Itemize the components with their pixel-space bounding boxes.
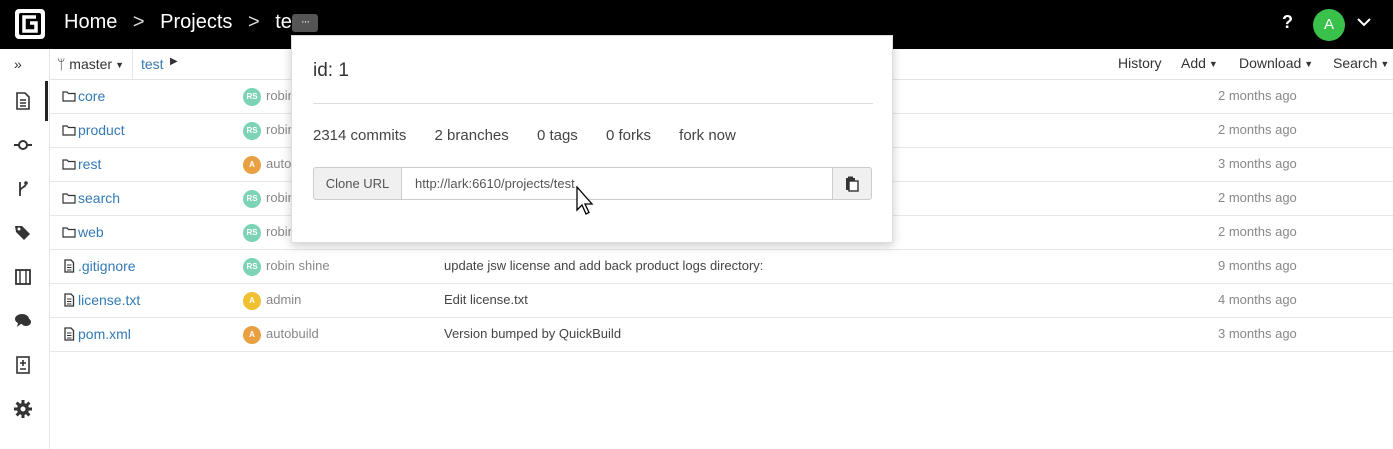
file-name-link[interactable]: rest [78,156,101,172]
commit-age: 2 months ago [1218,190,1297,205]
user-avatar[interactable]: A [1313,9,1345,41]
branch-selector[interactable]: ᛘ master ▼ [57,56,124,72]
sidebar-active-indicator [45,81,48,121]
pull-requests-icon[interactable] [13,267,33,287]
project-info-button[interactable]: ··· [292,14,318,32]
branches-link[interactable]: 2 branches [435,127,509,144]
mouse-cursor-icon [576,186,594,215]
commit-message-link[interactable]: Version bumped by QuickBuild [444,326,621,341]
commits-link[interactable]: 2314 commits [313,127,406,144]
search-label: Search [1333,55,1378,71]
commit-age: 4 months ago [1218,292,1297,307]
author-avatar[interactable]: A [243,292,261,310]
search-menu[interactable]: Search ▼ [1333,55,1389,71]
tags-link[interactable]: 0 tags [537,127,578,144]
caret-down-icon: ▼ [1208,59,1218,69]
author-name[interactable]: robin shine [266,258,330,273]
author-avatar[interactable]: A [243,326,261,344]
commit-message-link[interactable]: Edit license.txt [444,292,528,307]
files-icon[interactable] [13,91,33,111]
expand-sidebar-icon[interactable]: » [14,56,22,72]
branch-icon: ᛘ [57,56,66,72]
commit-age: 2 months ago [1218,88,1297,103]
commit-age: 9 months ago [1218,258,1297,273]
path-segment[interactable]: test [141,56,164,72]
copy-button[interactable] [832,167,872,200]
author-name[interactable]: autobuild [266,326,319,341]
forks-link[interactable]: 0 forks [606,127,651,144]
chevron-down-icon[interactable] [1356,14,1372,30]
caret-right-icon[interactable]: ▶ [170,56,178,67]
branches-icon[interactable] [13,179,33,199]
download-label: Download [1239,55,1302,71]
folder-icon [62,227,76,238]
clipboard-icon [846,176,859,192]
folder-icon [62,125,76,136]
caret-down-icon: ▼ [115,60,125,70]
comments-icon[interactable] [13,311,33,331]
file-icon [64,327,75,341]
add-label: Add [1181,55,1206,71]
commits-icon[interactable] [13,135,33,155]
file-row: license.txt Aadmin Edit license.txt 4 month… [50,284,1393,318]
commit-age: 2 months ago [1218,122,1297,137]
sidebar [0,49,50,449]
commit-age: 3 months ago [1218,156,1297,171]
breadcrumb-separator: > [132,11,145,33]
file-name-link[interactable]: search [78,190,120,206]
file-row: .gitignore RS robin shine update jsw licens… [50,250,1393,284]
help-icon[interactable]: ? [1282,12,1293,33]
folder-icon [62,193,76,204]
commit-age: 2 months ago [1218,224,1297,239]
file-icon [64,259,75,273]
author-avatar[interactable]: RS [243,224,261,242]
file-name-link[interactable]: pom.xml [78,326,131,342]
tags-icon[interactable] [13,223,33,243]
file-name-link[interactable]: core [78,88,105,104]
clone-url-field[interactable]: http://lark:6610/projects/test [401,167,833,200]
settings-icon[interactable] [13,399,33,419]
caret-down-icon: ▼ [1304,59,1314,69]
project-id: id: 1 [313,60,349,81]
breadcrumb-home[interactable]: Home [64,11,117,34]
download-menu[interactable]: Download ▼ [1239,55,1313,71]
file-name-link[interactable]: .gitignore [78,258,136,274]
author-avatar[interactable]: RS [243,122,261,140]
folder-icon [62,159,76,170]
breadcrumb-projects[interactable]: Projects [160,11,232,34]
file-name-link[interactable]: web [78,224,104,240]
author-avatar[interactable]: RS [243,190,261,208]
file-name-link[interactable]: license.txt [78,292,140,308]
author-avatar[interactable]: A [243,156,261,174]
breadcrumb-separator: > [247,11,260,33]
commit-message-link[interactable]: update jsw license and add back product … [444,258,763,273]
history-link[interactable]: History [1118,55,1162,71]
caret-down-icon: ▼ [1380,59,1390,69]
add-menu[interactable]: Add ▼ [1181,55,1218,71]
author-avatar[interactable]: RS [243,88,261,106]
author-avatar[interactable]: RS [243,258,261,276]
divider [313,103,873,104]
file-row: pom.xml Aautobuild Version bumped by Quick… [50,318,1393,352]
app-logo-icon[interactable] [14,8,46,40]
commit-age: 3 months ago [1218,326,1297,341]
clone-url-label: Clone URL [313,167,402,200]
toolbar-divider [132,49,133,80]
project-stats: 2314 commits 2 branches 0 tags 0 forks f… [313,127,760,144]
author-name[interactable]: admin [266,292,301,307]
breadcrumb: Home > Projects > test [64,11,307,34]
compare-icon[interactable] [13,355,33,375]
file-name-link[interactable]: product [78,122,125,138]
branch-name: master [69,56,113,72]
fork-now-link[interactable]: fork now [679,127,736,144]
folder-icon [62,91,76,102]
file-icon [64,293,75,307]
